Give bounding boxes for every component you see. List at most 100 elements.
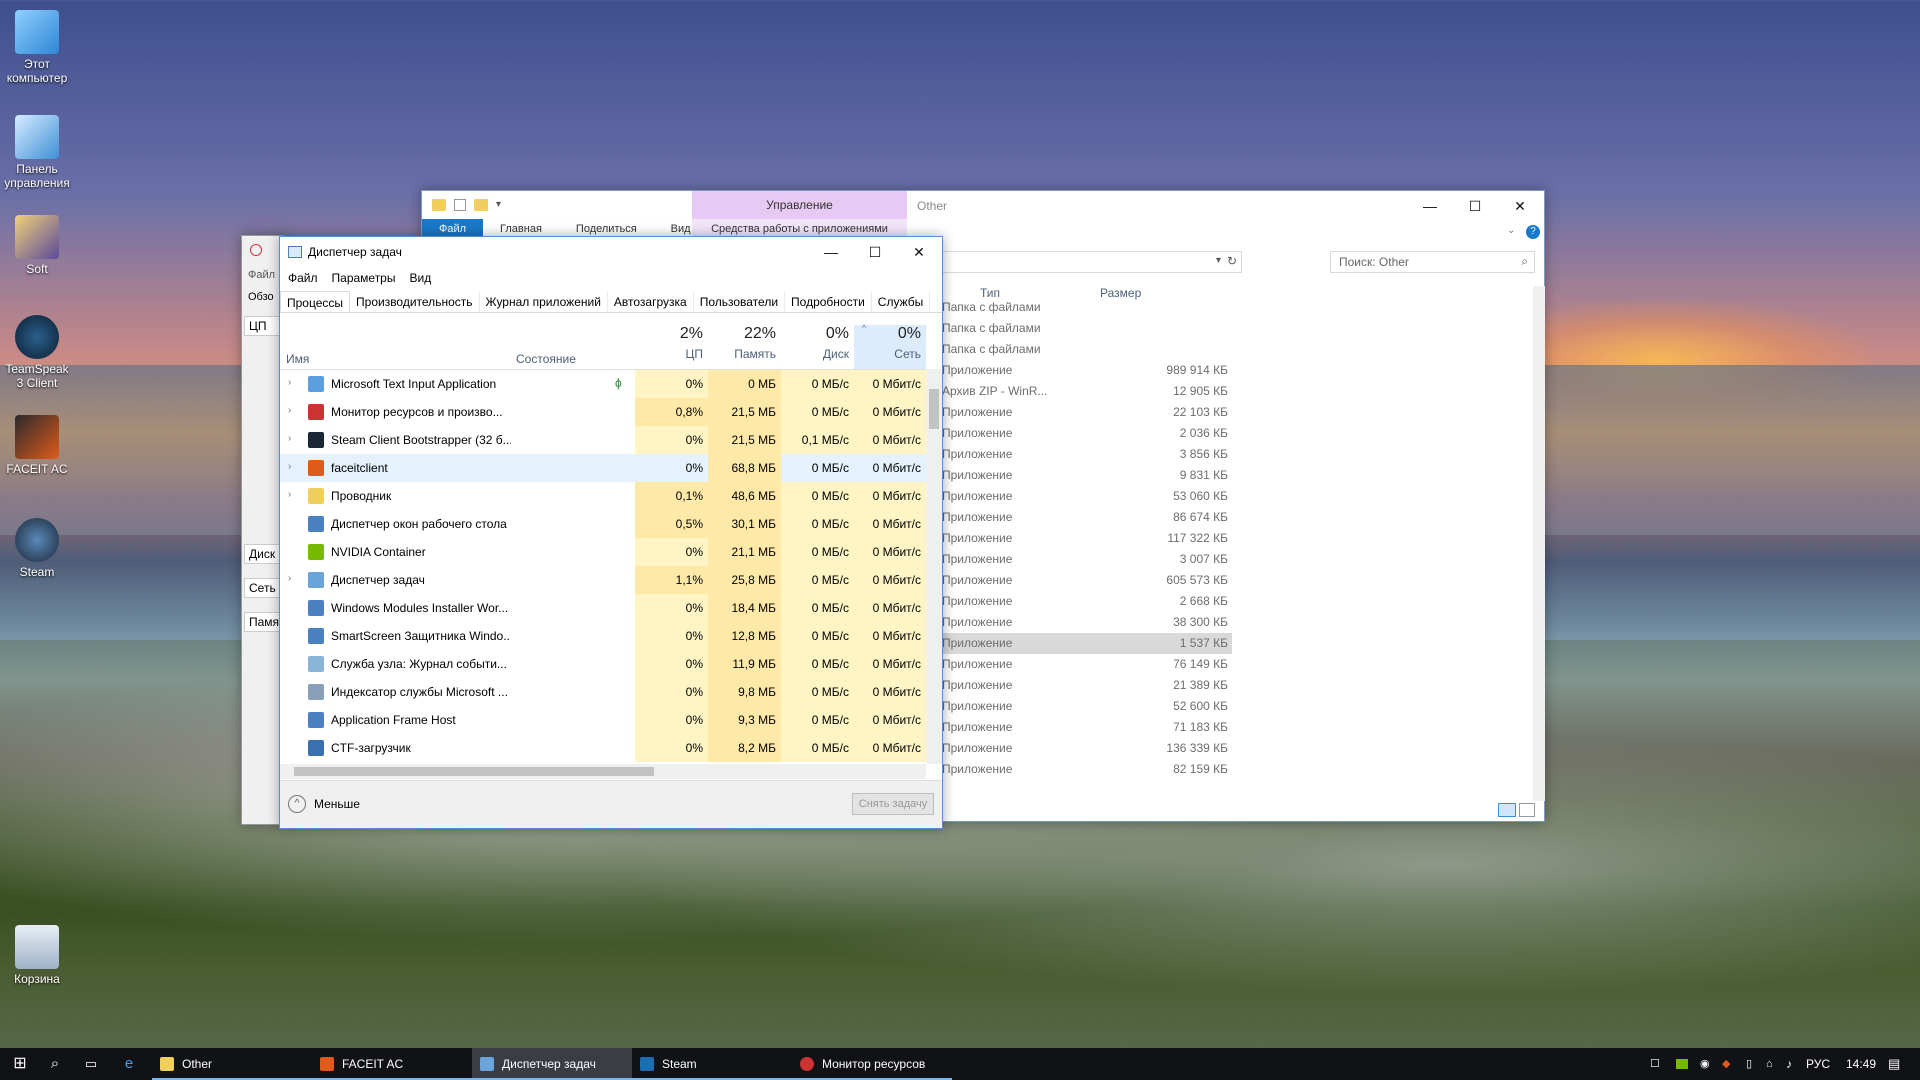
scroll-thumb[interactable]: [929, 389, 939, 429]
volume-icon[interactable]: ♪: [1786, 1048, 1792, 1080]
desktop-icon-faceit[interactable]: FACEIT AC: [2, 415, 72, 476]
tab-processes[interactable]: Процессы: [280, 291, 351, 312]
battery-icon[interactable]: ▯: [1746, 1048, 1752, 1080]
file-row[interactable]: Приложение 3 007 КБ: [942, 549, 1232, 570]
large-icons-view-icon[interactable]: [1519, 803, 1535, 817]
clock[interactable]: 14:49: [1846, 1048, 1876, 1080]
file-row[interactable]: Приложение 21 389 КБ: [942, 675, 1232, 696]
process-row[interactable]: Диспетчер окон рабочего стола 0,5% 30,1 МБ…: [280, 510, 926, 538]
process-row[interactable]: › Диспетчер задач 1,1% 25,8 МБ 0 МБ/с 0 Мбит/…: [280, 566, 926, 594]
nvidia-tray-icon[interactable]: [1676, 1048, 1690, 1080]
file-row[interactable]: Приложение 86 674 КБ: [942, 507, 1232, 528]
process-row[interactable]: › Steam Client Bootstrapper (32 б... 0% 21,…: [280, 426, 926, 454]
desktop-icon-soft[interactable]: Soft: [2, 215, 72, 276]
process-row[interactable]: CTF-загрузчик 0% 8,2 МБ 0 МБ/с 0 Мбит/с: [280, 734, 926, 762]
dropdown-icon[interactable]: ▾: [496, 199, 501, 211]
details-view-icon[interactable]: [1498, 803, 1516, 817]
process-row[interactable]: › faceitclient 0% 68,8 МБ 0 МБ/с 0 Мбит/с: [280, 454, 926, 482]
file-row[interactable]: Приложение 76 149 КБ: [942, 654, 1232, 675]
taskbar-app-steam[interactable]: Steam: [632, 1048, 792, 1080]
desktop-icon-teamspeak[interactable]: TeamSpeak 3 Client: [2, 315, 72, 390]
task-manager-window[interactable]: Диспетчер задач — ☐ ✕ Файл Параметры Вид…: [279, 236, 943, 829]
desktop-icon-steam[interactable]: Steam: [2, 518, 72, 579]
process-row[interactable]: Индексатор службы Microsoft ... 0% 9,8 МБ 0…: [280, 678, 926, 706]
edge-icon[interactable]: e: [118, 1048, 140, 1080]
file-row[interactable]: Папка с файлами: [942, 297, 1232, 318]
tab-details[interactable]: Подробности: [785, 291, 872, 312]
file-row[interactable]: Приложение 989 914 КБ: [942, 360, 1232, 381]
menu-file[interactable]: Файл: [248, 269, 275, 281]
section-cpu[interactable]: ЦП: [244, 316, 284, 336]
tray-icon[interactable]: ☐: [1650, 1048, 1660, 1080]
file-row[interactable]: Приложение 2 668 КБ: [942, 591, 1232, 612]
expand-chevron-icon[interactable]: ›: [288, 489, 291, 500]
file-row[interactable]: Приложение 52 600 КБ: [942, 696, 1232, 717]
menu-file[interactable]: Файл: [288, 271, 318, 285]
section-disk[interactable]: Диск: [244, 544, 284, 564]
start-button[interactable]: ⊞: [8, 1048, 32, 1080]
search-icon[interactable]: ⌕: [44, 1048, 66, 1080]
chevron-down-icon[interactable]: ▾: [1216, 255, 1221, 266]
search-input[interactable]: Поиск: Other ⌕: [1330, 251, 1535, 273]
desktop-icon-this-pc[interactable]: Этот компьютер: [2, 10, 72, 85]
process-row[interactable]: › Microsoft Text Input Application ϕ 0% 0 МБ…: [280, 370, 926, 398]
process-row[interactable]: › Монитор ресурсов и произво... 0,8% 21,5 М…: [280, 398, 926, 426]
maximize-button[interactable]: ☐: [852, 237, 898, 267]
section-memory[interactable]: Памя: [244, 612, 284, 632]
expand-chevron-icon[interactable]: ›: [288, 433, 291, 444]
minimize-button[interactable]: —: [1407, 191, 1453, 221]
refresh-icon[interactable]: ↻: [1227, 254, 1237, 268]
file-row[interactable]: Приложение 605 573 КБ: [942, 570, 1232, 591]
file-row[interactable]: Приложение 22 103 КБ: [942, 402, 1232, 423]
menu-view[interactable]: Вид: [409, 271, 431, 285]
new-folder-icon[interactable]: [474, 199, 488, 211]
expand-chevron-icon[interactable]: ›: [288, 461, 291, 472]
folder-icon[interactable]: [432, 199, 446, 211]
tab-startup[interactable]: Автозагрузка: [608, 291, 694, 312]
fewer-details-button[interactable]: ^ Меньше: [288, 795, 360, 813]
notifications-icon[interactable]: ▤: [1888, 1048, 1900, 1080]
process-row[interactable]: NVIDIA Container 0% 21,1 МБ 0 МБ/с 0 Мбит/с: [280, 538, 926, 566]
task-view-icon[interactable]: ▭: [80, 1048, 102, 1080]
steam-tray-icon[interactable]: ◉: [1700, 1048, 1710, 1080]
file-row[interactable]: Приложение 9 831 КБ: [942, 465, 1232, 486]
file-row[interactable]: Приложение 2 036 КБ: [942, 423, 1232, 444]
file-row[interactable]: Приложение 117 322 КБ: [942, 528, 1232, 549]
taskbar-app-explorer[interactable]: Other: [152, 1048, 312, 1080]
process-row[interactable]: Application Frame Host 0% 9,3 МБ 0 МБ/с 0 Мб…: [280, 706, 926, 734]
file-row[interactable]: Архив ZIP - WinR... 12 905 КБ: [942, 381, 1232, 402]
vertical-scrollbar[interactable]: [926, 369, 942, 764]
expand-chevron-icon[interactable]: ›: [288, 405, 291, 416]
taskbar-app-task-manager[interactable]: Диспетчер задач: [472, 1048, 632, 1080]
network-icon[interactable]: ⌂: [1766, 1048, 1773, 1080]
horizontal-scrollbar[interactable]: [280, 764, 926, 779]
tab-services[interactable]: Службы: [872, 291, 931, 312]
minimize-button[interactable]: —: [808, 237, 854, 267]
end-task-button[interactable]: Снять задачу: [852, 793, 934, 815]
file-row[interactable]: Приложение 82 159 КБ: [942, 759, 1232, 780]
column-header-network[interactable]: ^ 0% Сеть: [854, 323, 926, 369]
desktop-icon-control-panel[interactable]: Панель управления: [2, 115, 72, 190]
taskbar-app-resource-monitor[interactable]: Монитор ресурсов: [792, 1048, 952, 1080]
file-row[interactable]: Приложение 38 300 КБ: [942, 612, 1232, 633]
column-header-cpu[interactable]: 2% ЦП: [635, 325, 708, 369]
scroll-thumb[interactable]: [294, 767, 654, 776]
language-indicator[interactable]: РУС: [1806, 1048, 1830, 1080]
tab-users[interactable]: Пользователи: [694, 291, 786, 312]
process-row[interactable]: Служба узла: Журнал событи... 0% 11,9 МБ 0 …: [280, 650, 926, 678]
vertical-scrollbar[interactable]: [1533, 286, 1545, 801]
close-button[interactable]: ✕: [896, 237, 942, 267]
close-button[interactable]: ✕: [1497, 191, 1543, 221]
tab-overview[interactable]: Обзо: [248, 291, 274, 303]
tab-app-history[interactable]: Журнал приложений: [480, 291, 608, 312]
expand-chevron-icon[interactable]: ›: [288, 573, 291, 584]
file-row[interactable]: Папка с файлами: [942, 339, 1232, 360]
desktop-icon-recycle-bin[interactable]: Корзина: [2, 925, 72, 986]
tab-performance[interactable]: Производительность: [350, 291, 480, 312]
taskbar-app-faceit[interactable]: FACEIT AC: [312, 1048, 472, 1080]
expand-chevron-icon[interactable]: ›: [288, 377, 291, 388]
help-icon[interactable]: ?: [1526, 225, 1540, 239]
column-header-memory[interactable]: 22% Память: [708, 325, 781, 369]
process-row[interactable]: Windows Modules Installer Wor... 0% 18,4 М…: [280, 594, 926, 622]
menu-options[interactable]: Параметры: [332, 271, 396, 285]
